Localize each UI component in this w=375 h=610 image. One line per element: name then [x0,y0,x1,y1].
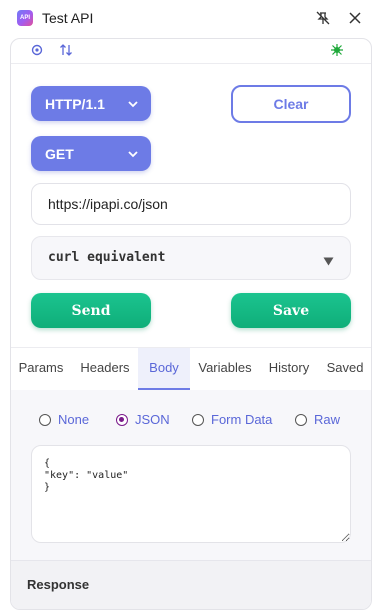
curl-equivalent-select[interactable]: curl equivalent [31,236,351,280]
swap-sort-icon[interactable] [58,42,74,58]
radio-circle-icon [295,413,307,426]
toolbar [11,39,371,64]
tab-headers[interactable]: Headers [75,348,135,390]
url-input[interactable] [31,183,351,225]
radio-json[interactable]: JSON [116,412,170,427]
tab-params[interactable]: Params [11,348,71,390]
window-title: Test API [42,10,94,26]
radio-form-data[interactable]: Form Data [192,412,272,427]
tab-saved[interactable]: Saved [323,348,367,390]
response-section[interactable]: Response [11,560,371,609]
radio-circle-icon [116,413,128,426]
body-json-editor[interactable]: { "key": "value" } [31,445,351,543]
dropdown-arrow-icon [323,253,334,271]
radio-json-label: JSON [135,412,170,427]
unpin-icon[interactable] [313,8,333,28]
radio-circle-icon [39,413,51,426]
clear-button[interactable]: Clear [231,85,351,123]
bug-icon[interactable] [329,42,345,58]
save-button[interactable]: Save [231,293,351,328]
request-panel: HTTP/1.1 Clear GET curl equivalent Send … [10,38,372,610]
tab-body[interactable]: Body [138,348,190,390]
http-version-label: HTTP/1.1 [45,95,105,112]
radio-raw-label: Raw [314,412,341,427]
radio-none-label: None [58,412,90,427]
close-icon[interactable] [345,8,365,28]
title-bar: API Test API [0,0,375,36]
http-version-select[interactable]: HTTP/1.1 [31,86,151,121]
radio-form-data-label: Form Data [211,412,273,427]
settings-gear-icon[interactable] [29,42,45,58]
radio-circle-icon [192,413,204,426]
response-label: Response [27,577,90,592]
send-button[interactable]: Send [31,293,151,328]
method-label: GET [45,145,74,162]
request-tabs: Params Headers Body Variables History Sa… [11,347,371,391]
tab-history[interactable]: History [263,348,315,390]
radio-raw[interactable]: Raw [295,412,340,427]
chevron-down-icon [127,97,139,113]
app-logo-icon: API [17,10,33,26]
chevron-down-icon [127,147,139,163]
curl-equivalent-label: curl equivalent [48,250,166,265]
radio-none[interactable]: None [39,412,89,427]
method-select[interactable]: GET [31,136,151,171]
body-panel: None JSON Form Data Raw { "key": "value"… [11,390,371,560]
tab-variables[interactable]: Variables [195,348,255,390]
